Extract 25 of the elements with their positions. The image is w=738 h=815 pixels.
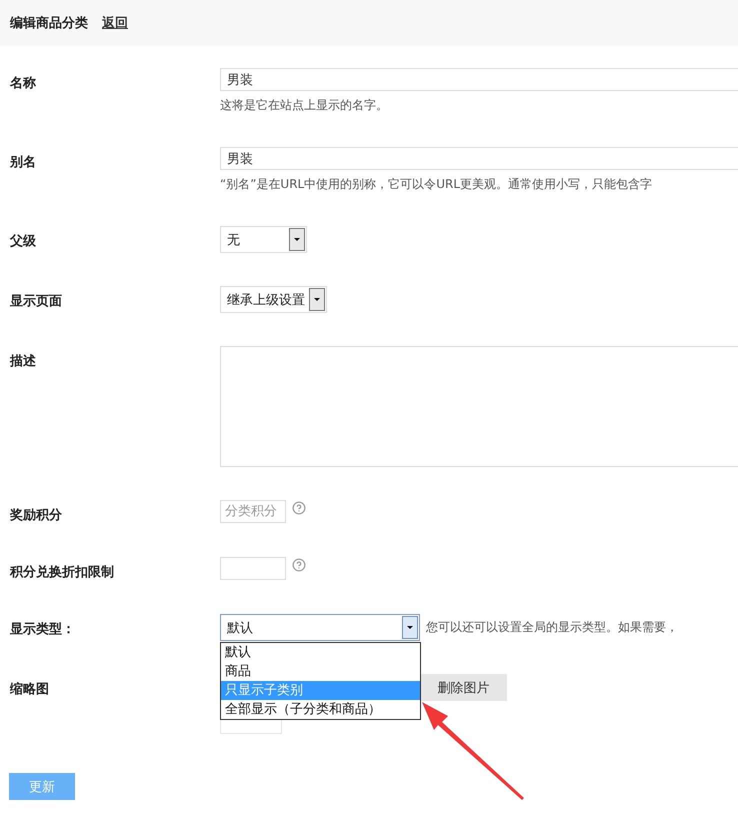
text-field[interactable]: 男装: [220, 147, 738, 170]
points-field[interactable]: 分类积分: [220, 500, 286, 523]
select-field[interactable]: 继承上级设置: [220, 286, 327, 313]
field-hint: 您可以还可以设置全局的显示类型。如果需要，: [426, 619, 678, 636]
field-label: 积分兑换折扣限制: [8, 564, 115, 581]
field-label: 父级: [8, 233, 37, 250]
field-label: 别名: [8, 154, 37, 171]
field-hint: “别名”是在URL中使用的别称，它可以令URL更美观。通常使用小写，只能包含字: [220, 176, 654, 193]
delete-image-button[interactable]: 删除图片: [420, 674, 507, 701]
field-label: 显示页面: [9, 293, 63, 310]
help-icon[interactable]: [292, 558, 306, 572]
field-hint: 这将是它在站点上显示的名字。: [220, 97, 389, 114]
field-label: 缩略图: [8, 680, 50, 698]
display-type-select[interactable]: 默认: [220, 614, 420, 641]
points-field[interactable]: [220, 557, 286, 580]
field-label: 名称: [8, 75, 37, 92]
text-field[interactable]: 男装: [220, 68, 738, 91]
page-title: 编辑商品分类: [10, 14, 88, 32]
description-field[interactable]: [220, 346, 738, 467]
field-label: 奖励积分: [8, 507, 63, 524]
field-label: 显示类型：: [9, 621, 76, 638]
select-field[interactable]: 无: [220, 226, 307, 253]
back-link[interactable]: 返回: [102, 14, 128, 32]
help-icon[interactable]: [292, 500, 306, 514]
field-label: 描述: [8, 353, 37, 370]
